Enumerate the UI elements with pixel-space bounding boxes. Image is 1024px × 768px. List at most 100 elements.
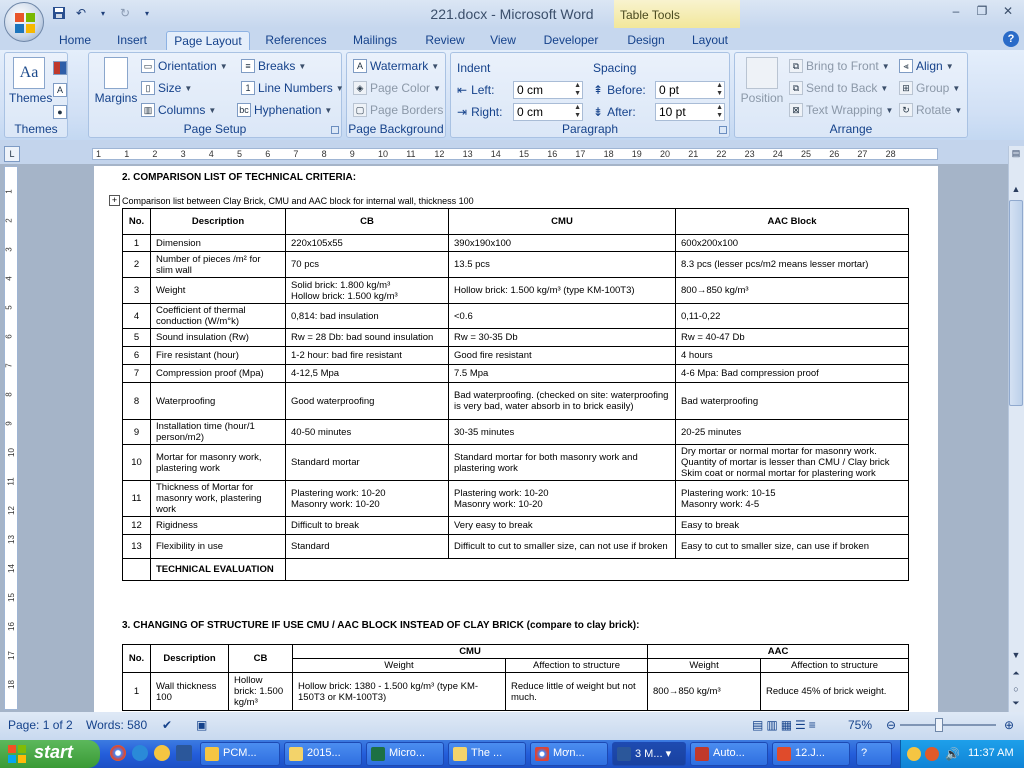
column-header[interactable]: CB	[285, 208, 449, 235]
full-screen-reading-icon[interactable]: ▥	[766, 718, 777, 732]
ruler-toggle-icon[interactable]: ▤	[1009, 148, 1023, 162]
tray-network-icon[interactable]	[925, 747, 939, 761]
messenger-quicklaunch-icon[interactable]	[154, 745, 170, 761]
draft-view-icon[interactable]: ≡	[809, 718, 816, 732]
table-cell[interactable]: Plastering work: 10-20 Masonry work: 10-…	[285, 480, 449, 517]
taskbar-item-pcm[interactable]: PCM...	[200, 742, 280, 766]
spelling-check-icon[interactable]: ✔	[162, 718, 172, 732]
table-cell[interactable]: Fire resistant (hour)	[150, 346, 286, 365]
column-subheader[interactable]: Affection to structure	[760, 658, 910, 673]
table-cell[interactable]: Waterproofing	[150, 382, 286, 420]
comparison-table[interactable]: No. Description CB CMU AAC Block 1 Dimension 2…	[122, 208, 909, 581]
table-cell[interactable]: Rw = 40-47 Db	[675, 328, 909, 347]
column-subheader[interactable]: Weight	[647, 658, 762, 673]
table-cell[interactable]: 11	[122, 480, 151, 517]
text-wrapping-button[interactable]: ⊠ Text Wrapping ▼	[789, 101, 893, 119]
column-header[interactable]: Description	[150, 208, 286, 235]
undo-icon[interactable]: ↶	[72, 4, 90, 22]
table-cell[interactable]: Solid brick: 1.800 kg/m³ Hollow brick: 1…	[285, 277, 449, 304]
page-borders-button[interactable]: ▢ Page Borders	[353, 101, 443, 119]
word-count[interactable]: Words: 580	[86, 718, 147, 732]
table-cell[interactable]: Mortar for masonry work, plastering work	[150, 444, 286, 481]
table-cell[interactable]: 3	[122, 277, 151, 304]
close-button[interactable]: ✕	[996, 2, 1020, 20]
table-cell[interactable]: Difficult to cut to smaller size, can no…	[448, 534, 676, 559]
table-cell[interactable]: 13.5 pcs	[448, 251, 676, 278]
tab-developer[interactable]: Developer	[538, 31, 604, 50]
zoom-level[interactable]: 75%	[848, 718, 872, 732]
page-count[interactable]: Page: 1 of 2	[8, 718, 73, 732]
previous-page-icon[interactable]: ⏶	[1009, 668, 1023, 682]
themes-button[interactable]: Aa Themes	[9, 57, 52, 105]
taskbar-help-button[interactable]: ?	[856, 742, 892, 766]
table-move-handle-icon[interactable]: +	[109, 195, 120, 206]
table-cell[interactable]: Hollow brick: 1380 - 1.500 kg/m³ (type K…	[292, 672, 506, 711]
table-cell[interactable]: 8	[122, 382, 151, 420]
outline-view-icon[interactable]: ☰	[795, 718, 806, 732]
indent-left-input[interactable]: 0 cm ▲ ▼	[513, 81, 583, 99]
table-cell[interactable]: Good waterproofing	[285, 382, 449, 420]
watermark-button[interactable]: A Watermark ▼	[353, 57, 439, 75]
column-header[interactable]: AAC	[647, 644, 910, 659]
page-color-button[interactable]: ◈ Page Color ▼	[353, 79, 441, 97]
table-cell[interactable]: Standard mortar	[285, 444, 449, 481]
theme-effects-button[interactable]: ●	[53, 103, 67, 121]
table-cell[interactable]: Rigidness	[150, 516, 286, 535]
column-header[interactable]: CMU	[448, 208, 676, 235]
table-cell[interactable]: 7	[122, 364, 151, 383]
print-layout-view-icon[interactable]: ▤	[752, 718, 763, 732]
table-cell[interactable]: 1-2 hour: bad fire resistant	[285, 346, 449, 365]
column-subheader[interactable]: Weight	[292, 658, 506, 673]
table-cell[interactable]: Installation time (hour/1 person/m2)	[150, 419, 286, 445]
tray-messenger-icon[interactable]	[907, 747, 921, 761]
table-cell[interactable]: Hollow brick: 1.500 kg/m³ (type KM-100T3…	[448, 277, 676, 304]
table-cell[interactable]: Plastering work: 10-20 Masonry work: 10-…	[448, 480, 676, 517]
hyphenation-button[interactable]: bc Hyphenation ▼	[237, 101, 332, 119]
table-cell[interactable]: 8.3 pcs (lesser pcs/m2 means lesser mort…	[675, 251, 909, 278]
column-header[interactable]: AAC Block	[675, 208, 909, 235]
table-cell[interactable]: Thickness of Mortar for masonry work, pl…	[150, 480, 286, 517]
table-cell[interactable]: Easy to cut to smaller size, can use if …	[675, 534, 909, 559]
taskbar-item-the[interactable]: The ...	[448, 742, 526, 766]
table-cell[interactable]: 30-35 minutes	[448, 419, 676, 445]
table-cell[interactable]: <0.6	[448, 303, 676, 329]
scroll-up-arrow-icon[interactable]: ▲	[1009, 184, 1023, 198]
table-cell[interactable]: Bad waterproofing	[675, 382, 909, 420]
table-cell[interactable]: Reduce little of weight but not much.	[504, 672, 649, 711]
undo-dropdown-icon[interactable]: ▾	[94, 4, 112, 22]
scroll-down-arrow-icon[interactable]: ▼	[1009, 650, 1023, 664]
table-cell[interactable]: 4-12,5 Mpa	[285, 364, 449, 383]
table-cell[interactable]: 0,814: bad insulation	[285, 303, 449, 329]
table-cell[interactable]: Hollow brick: 1.500 kg/m³	[228, 672, 293, 711]
column-header[interactable]: No.	[122, 644, 151, 673]
table-cell[interactable]: 10	[122, 444, 151, 481]
table-cell[interactable]: 13	[122, 534, 151, 559]
spinner-arrows-icon[interactable]: ▲ ▼	[716, 104, 723, 120]
paragraph-launcher-icon[interactable]	[719, 126, 727, 134]
table-cell[interactable]: Number of pieces /m² for slim wall	[150, 251, 286, 278]
table-cell[interactable]: 20-25 minutes	[675, 419, 909, 445]
tab-mailings[interactable]: Mailings	[344, 31, 406, 50]
zoom-slider-thumb[interactable]	[935, 718, 943, 732]
word-quicklaunch-icon[interactable]	[176, 745, 192, 761]
orientation-button[interactable]: ▭ Orientation ▼	[141, 57, 228, 75]
tab-insert[interactable]: Insert	[110, 31, 154, 50]
table-cell[interactable]: 40-50 minutes	[285, 419, 449, 445]
vertical-ruler[interactable]: 1 2 3 4 5 6 7 8 9 10 11 12 13 14 15 16 17 18	[4, 166, 18, 710]
table-cell[interactable]: 800→850 kg/m³	[647, 672, 762, 711]
table-cell[interactable]: 1	[122, 234, 151, 252]
table-cell[interactable]: 70 pcs	[285, 251, 449, 278]
columns-button[interactable]: ▥ Columns ▼	[141, 101, 216, 119]
taskbar-item-12j[interactable]: 12.J...	[772, 742, 850, 766]
table-cell[interactable]: 7.5 Mpa	[448, 364, 676, 383]
tab-references[interactable]: References	[260, 31, 332, 50]
spacing-after-input[interactable]: 10 pt ▲ ▼	[655, 103, 725, 121]
tab-page-layout[interactable]: Page Layout	[166, 31, 250, 50]
spinner-arrows-icon[interactable]: ▲ ▼	[574, 104, 581, 120]
table-cell[interactable]: Standard mortar for both masonry work an…	[448, 444, 676, 481]
macro-record-icon[interactable]: ▣	[196, 718, 207, 732]
bring-to-front-button[interactable]: ⧉ Bring to Front ▼	[789, 57, 890, 75]
table-cell[interactable]: 800→850 kg/m³	[675, 277, 909, 304]
table-cell[interactable]: Rw = 30-35 Db	[448, 328, 676, 347]
table-cell[interactable]: 220x105x55	[285, 234, 449, 252]
